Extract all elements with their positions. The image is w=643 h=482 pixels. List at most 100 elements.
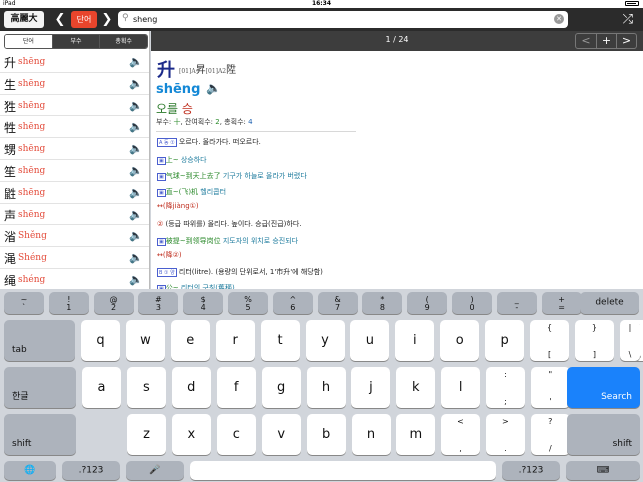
letter-key[interactable]: n <box>351 414 391 455</box>
list-item[interactable]: 升 shēng 🔈 <box>0 51 149 73</box>
letter-key[interactable]: d <box>171 367 211 408</box>
next-entry-button[interactable]: > <box>616 34 636 48</box>
symbol-key[interactable]: }] <box>574 320 614 361</box>
key-row1[interactable]: _ - <box>496 292 537 314</box>
letter-key[interactable]: z <box>127 414 166 455</box>
list-item[interactable]: 声 shēng 🔈 <box>0 204 149 226</box>
example-chinese[interactable]: 气球~到天上去了 <box>166 172 221 180</box>
symbol-key[interactable]: |\ <box>620 320 640 361</box>
speaker-icon[interactable]: 🔈 <box>129 229 143 242</box>
word-mode-button[interactable]: 단어 <box>71 11 97 28</box>
list-item[interactable]: 生 shēng 🔈 <box>0 73 149 95</box>
delete-key[interactable]: delete <box>580 292 639 314</box>
segment-strokes[interactable]: 총획수 <box>99 35 147 48</box>
globe-icon[interactable]: 🌐 <box>4 461 56 480</box>
antonym-reference[interactable]: ↔(降②) <box>157 251 182 259</box>
key-row1[interactable]: & 7 <box>317 292 358 314</box>
numbers-key[interactable]: .?123 <box>502 461 560 480</box>
search-key[interactable]: Search <box>567 367 640 408</box>
symbol-key[interactable]: ? / <box>530 414 570 455</box>
segment-radical[interactable]: 부수 <box>51 35 100 48</box>
symbol-key[interactable]: " ' <box>530 367 570 408</box>
symbol-key[interactable]: >. <box>485 414 525 455</box>
letter-key[interactable]: j <box>351 367 391 408</box>
letter-key[interactable]: g <box>261 367 301 408</box>
letter-key[interactable]: t <box>260 320 300 361</box>
letter-key[interactable]: k <box>396 367 436 408</box>
space-bar[interactable] <box>190 461 496 480</box>
speaker-icon[interactable]: 🔈 <box>129 142 143 155</box>
list-item[interactable]: 渻 Shěng 🔈 <box>0 225 149 248</box>
key-row1[interactable]: #3 <box>138 292 179 314</box>
key-row1[interactable]: ^ 6 <box>272 292 313 314</box>
list-item[interactable]: 鼪 shēng 🔈 <box>0 182 149 204</box>
variant2[interactable]: 陞 <box>226 65 236 76</box>
example-chinese[interactable]: 上~ <box>166 156 179 164</box>
shift-key-right[interactable]: shift <box>567 414 640 455</box>
letter-key[interactable]: r <box>215 320 255 361</box>
shuffle-icon[interactable]: ⤮ <box>623 11 633 28</box>
letter-key[interactable]: c <box>216 414 256 455</box>
segment-word[interactable]: 단어 <box>5 35 52 48</box>
speaker-icon[interactable]: 🔈 <box>129 55 143 68</box>
symbol-key[interactable]: :; <box>486 367 525 408</box>
dictionary-logo[interactable]: 高麗大 <box>4 11 44 28</box>
letter-key[interactable]: m <box>396 414 436 455</box>
speaker-icon[interactable]: 🔈 <box>129 120 143 133</box>
list-item[interactable]: 牲 shēng 🔈 <box>0 116 149 139</box>
key-row1[interactable]: ) 0 <box>452 292 492 314</box>
list-item[interactable]: 笙 shēng 🔈 <box>0 160 149 182</box>
chevron-right-icon[interactable]: ❯ <box>100 11 114 28</box>
letter-key[interactable]: x <box>171 414 211 455</box>
search-input[interactable] <box>133 13 543 26</box>
letter-key[interactable]: a <box>82 367 121 408</box>
speaker-icon[interactable]: 🔈 <box>129 164 143 177</box>
letter-key[interactable]: w <box>125 320 165 361</box>
letter-key[interactable]: q <box>81 320 120 361</box>
speaker-icon[interactable]: 🔈 <box>206 81 221 95</box>
shift-key-left[interactable]: shift <box>4 414 76 455</box>
search-bar[interactable]: ⚲ ✕ <box>118 11 568 28</box>
example-chinese[interactable]: 被提~到领导岗位 <box>166 237 221 245</box>
letter-key[interactable]: b <box>306 414 346 455</box>
key-row1[interactable]: + = <box>541 292 582 314</box>
letter-key[interactable]: f <box>216 367 256 408</box>
speaker-icon[interactable]: 🔈 <box>129 251 143 264</box>
antonym-reference[interactable]: ↔(降jiàng①) <box>157 202 199 210</box>
speaker-icon[interactable]: 🔈 <box>129 208 143 221</box>
list-item[interactable]: 绳 shéng 🔈 <box>0 269 149 289</box>
key-row1[interactable]: % 5 <box>228 292 268 314</box>
symbol-key[interactable]: <, <box>441 414 480 455</box>
letter-key[interactable]: u <box>350 320 390 361</box>
clear-icon[interactable]: ✕ <box>554 14 564 24</box>
letter-key[interactable]: o <box>440 320 480 361</box>
key-row1[interactable]: ~ ` <box>4 292 44 314</box>
key-row1[interactable]: $4 <box>183 292 224 314</box>
letter-key[interactable]: i <box>395 320 435 361</box>
add-bookmark-button[interactable]: + <box>596 34 616 48</box>
chevron-left-icon[interactable]: ❮ <box>53 11 67 28</box>
letter-key[interactable]: v <box>261 414 301 455</box>
letter-key[interactable]: l <box>441 367 481 408</box>
mic-icon[interactable]: 🎤 <box>126 461 184 480</box>
letter-key[interactable]: p <box>485 320 525 361</box>
numbers-key[interactable]: .?123 <box>62 461 120 480</box>
speaker-icon[interactable]: 🔈 <box>129 77 143 90</box>
example-chinese[interactable]: 直~(飞)机 <box>166 188 198 196</box>
key-row1[interactable]: @2 <box>93 292 134 314</box>
speaker-icon[interactable]: 🔈 <box>129 186 143 199</box>
list-item[interactable]: 狌 shēng 🔈 <box>0 95 149 117</box>
speaker-icon[interactable]: 🔈 <box>129 273 143 286</box>
keyboard-dismiss-icon[interactable]: ⌨ <box>566 461 640 480</box>
prev-entry-button[interactable]: < <box>576 34 596 48</box>
language-key[interactable]: 한글 <box>4 367 76 408</box>
key-row1[interactable]: (9 <box>407 292 448 314</box>
speaker-icon[interactable]: 🔈 <box>129 99 143 112</box>
letter-key[interactable]: e <box>170 320 210 361</box>
letter-key[interactable]: s <box>126 367 166 408</box>
tab-key[interactable]: tab <box>4 320 75 361</box>
variant1[interactable]: 昇 <box>196 65 206 76</box>
list-item[interactable]: 渑 Shéng 🔈 <box>0 247 149 269</box>
key-row1[interactable]: ! 1 <box>48 292 89 314</box>
letter-key[interactable]: h <box>306 367 346 408</box>
